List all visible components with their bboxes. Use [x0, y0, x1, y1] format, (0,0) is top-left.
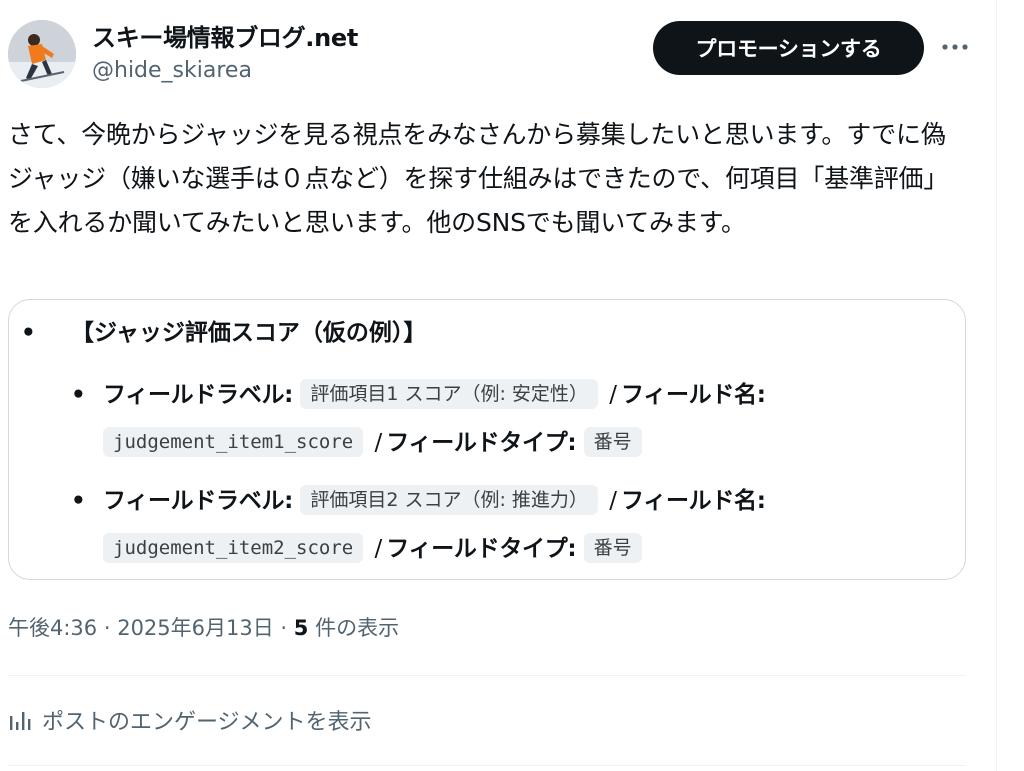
field-name-key: フィールド名:	[621, 488, 766, 514]
post-text: さて、今晩からジャッジを見る視点をみなさんから募集したいと思います。すでに偽ジャ…	[8, 120, 949, 237]
post-date[interactable]: 2025年6月13日	[117, 616, 274, 640]
field-type-value: 番号	[583, 427, 642, 457]
post-article: スキー場情報ブログ.net @hide_skiarea プロモーションする さて…	[0, 0, 996, 771]
post-time[interactable]: 午後4:36	[8, 616, 97, 640]
avatar[interactable]	[8, 20, 76, 88]
embedded-card: • 【ジャッジ評価スコア（仮の例）】 • フィールドラベル: 評価項目1 スコア（…	[8, 299, 966, 580]
list-item: • フィールドラベル: 評価項目1 スコア（例: 安定性） / フィールド名: j…	[71, 371, 951, 467]
column-border	[996, 0, 997, 771]
separator: /	[609, 382, 617, 408]
field-label-key: フィールドラベル:	[103, 488, 294, 514]
separator: /	[609, 488, 617, 514]
field-type-value: 番号	[583, 533, 642, 563]
bullet: •	[71, 488, 86, 514]
field-name-value: judgement_item1_score	[103, 427, 364, 457]
more-dots-icon	[942, 44, 968, 50]
post-meta: 午後4:36 · 2025年6月13日 · 5 件の表示	[8, 613, 399, 643]
card-title-row: • 【ジャッジ評価スコア（仮の例）】	[21, 316, 426, 350]
bar-chart-icon	[8, 708, 32, 732]
field-label-value: 評価項目2 スコア（例: 推進力）	[300, 485, 598, 515]
separator: /	[374, 430, 383, 456]
field-type-key: フィールドタイプ:	[386, 430, 577, 456]
card-title: 【ジャッジ評価スコア（仮の例）】	[71, 320, 427, 346]
more-button[interactable]	[936, 28, 974, 66]
author-handle[interactable]: @hide_skiarea	[92, 56, 252, 86]
meta-dot: ·	[97, 616, 118, 640]
field-name-key: フィールド名:	[621, 382, 766, 408]
meta-dot: ·	[273, 616, 294, 640]
field-label-value: 評価項目1 スコア（例: 安定性）	[300, 379, 598, 409]
divider	[8, 765, 966, 766]
divider	[8, 675, 966, 676]
field-type-key: フィールドタイプ:	[386, 536, 577, 562]
skier-avatar-icon	[8, 20, 76, 88]
promote-button[interactable]: プロモーションする	[653, 21, 924, 75]
field-name-value: judgement_item2_score	[103, 533, 364, 563]
views-count: 5	[293, 616, 309, 640]
field-label-key: フィールドラベル:	[103, 382, 294, 408]
bullet: •	[71, 382, 86, 408]
separator: /	[374, 536, 383, 562]
views-label: 件の表示	[308, 616, 400, 640]
bullet: •	[21, 320, 36, 346]
list-item: • フィールドラベル: 評価項目2 スコア（例: 推進力） / フィールド名: j…	[71, 477, 951, 573]
view-engagement-link[interactable]: ポストのエンゲージメントを表示	[8, 700, 372, 740]
author-name[interactable]: スキー場情報ブログ.net	[92, 22, 358, 54]
engagement-label: ポストのエンゲージメントを表示	[42, 710, 372, 735]
